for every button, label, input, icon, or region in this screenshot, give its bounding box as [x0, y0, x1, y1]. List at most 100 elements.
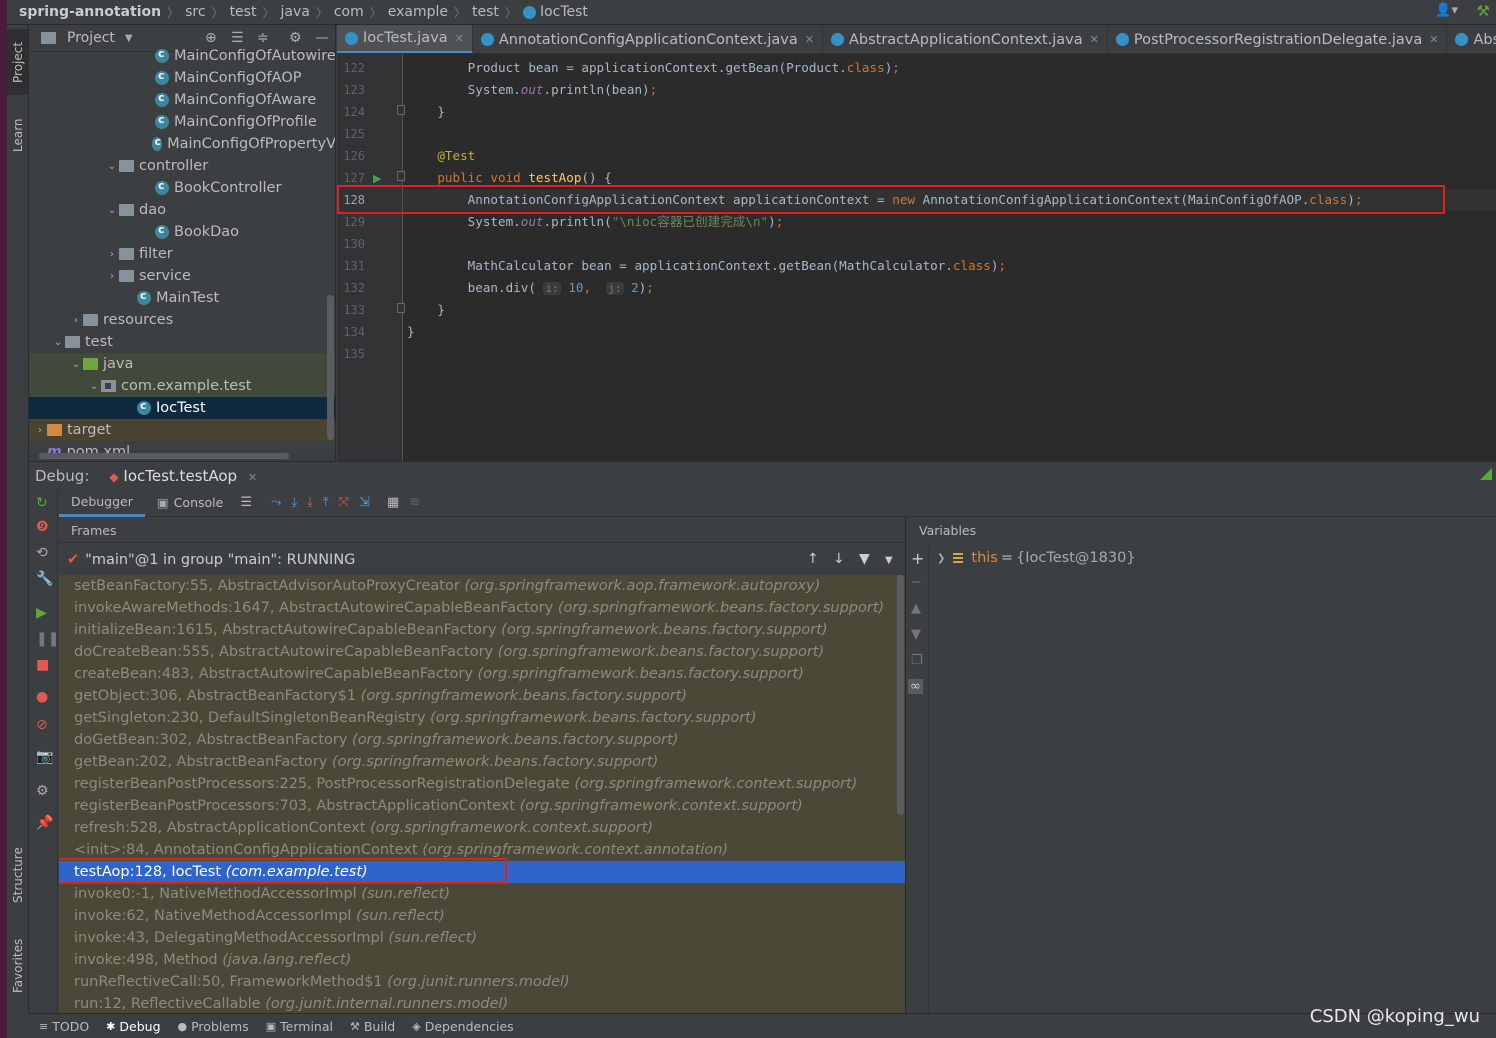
- move-up-icon[interactable]: ▲: [911, 601, 921, 616]
- toolwindow-terminal-button[interactable]: ▣ Terminal: [266, 1019, 333, 1034]
- frame-row[interactable]: invoke:498, Method (java.lang.reflect): [59, 949, 905, 971]
- toolwindow-build-button[interactable]: ⚒ Build: [350, 1019, 395, 1034]
- frame-row[interactable]: doGetBean:302, AbstractBeanFactory (org.…: [59, 729, 905, 751]
- breadcrumb-item[interactable]: test: [472, 4, 499, 20]
- frame-row[interactable]: runReflectiveCall:50, FrameworkMethod$1 …: [59, 971, 905, 993]
- tree-item[interactable]: IocTest: [29, 397, 335, 419]
- toolwindow-dependencies-button[interactable]: ◈ Dependencies: [412, 1019, 513, 1034]
- tree-item[interactable]: ⌄ com.example.test: [29, 375, 335, 397]
- editor-tab[interactable]: Abstract: [1447, 25, 1496, 53]
- chevron-right-icon[interactable]: ›: [105, 271, 119, 282]
- copy-icon[interactable]: ❐: [911, 653, 923, 668]
- tab-console[interactable]: ▣ Console: [145, 489, 235, 517]
- mute-breakpoints-icon[interactable]: ⊘: [36, 717, 48, 733]
- frame-row[interactable]: getSingleton:230, DefaultSingletonBeanRe…: [59, 707, 905, 729]
- drop-frame-icon[interactable]: ⤧: [339, 495, 349, 510]
- tree-item[interactable]: ⌄ dao: [29, 199, 335, 221]
- chevron-down-icon[interactable]: ▼: [885, 555, 893, 566]
- frame-row[interactable]: invokeAwareMethods:1647, AbstractAutowir…: [59, 597, 905, 619]
- breadcrumb-item[interactable]: IocTest: [540, 4, 588, 20]
- code-line[interactable]: }: [407, 299, 445, 321]
- trace-icon[interactable]: ≋: [409, 495, 420, 510]
- stop-icon[interactable]: ■: [36, 657, 49, 673]
- run-to-cursor-icon[interactable]: ⇲: [359, 495, 370, 510]
- frame-row[interactable]: setBeanFactory:55, AbstractAdvisorAutoPr…: [59, 575, 905, 597]
- code-line[interactable]: Product bean = applicationContext.getBea…: [407, 57, 900, 79]
- expand-all-icon[interactable]: ☰: [231, 30, 244, 46]
- code-editor[interactable]: 122 123 124 125 126 127 128 129 130 131 132 133 134 1…: [337, 54, 1496, 461]
- camera-icon[interactable]: 📷: [36, 749, 53, 765]
- editor-tab[interactable]: PostProcessorRegistrationDelegate.java ✕: [1108, 25, 1448, 53]
- view-breakpoints-icon[interactable]: ●: [36, 689, 48, 705]
- toolwindow-debug-button[interactable]: ✱ Debug: [106, 1019, 160, 1034]
- rerun-failed-icon[interactable]: ❾: [36, 519, 49, 535]
- reset-frame-icon[interactable]: ⟲: [36, 545, 48, 561]
- code-line[interactable]: System.out.println("\nioc容器已创建完成\n");: [407, 211, 784, 233]
- layout-icon[interactable]: ☰: [240, 495, 252, 510]
- pin-icon[interactable]: 📌: [36, 815, 53, 831]
- locate-icon[interactable]: ⊕: [205, 30, 217, 46]
- filter-icon[interactable]: ▼: [859, 551, 870, 567]
- toolwindow-problems-button[interactable]: ● Problems: [178, 1019, 249, 1034]
- move-down-icon[interactable]: ▼: [911, 627, 921, 642]
- frame-row[interactable]: refresh:528, AbstractApplicationContext …: [59, 817, 905, 839]
- gear-icon[interactable]: ⚙: [36, 783, 49, 799]
- breadcrumb-item[interactable]: src: [185, 4, 205, 20]
- code-line[interactable]: @Test: [407, 145, 475, 167]
- show-execution-point-icon[interactable]: ⤳: [271, 495, 281, 510]
- settings-wrench-icon[interactable]: 🔧: [36, 571, 53, 587]
- step-into-icon[interactable]: ⤓: [307, 495, 313, 510]
- frame-row[interactable]: invoke0:-1, NativeMethodAccessorImpl (su…: [59, 883, 905, 905]
- code-line[interactable]: }: [407, 101, 445, 123]
- build-hammer-icon[interactable]: ⚒: [1477, 2, 1490, 20]
- chevron-down-icon[interactable]: ⌄: [105, 161, 119, 172]
- tree-item[interactable]: › filter: [29, 243, 335, 265]
- tree-item[interactable]: BookController: [29, 177, 335, 199]
- breadcrumb-item[interactable]: com: [334, 4, 364, 20]
- code-line[interactable]: bean.div( i: 10, j: 2);: [407, 277, 654, 299]
- breadcrumb-item[interactable]: example: [388, 4, 448, 20]
- frame-row[interactable]: registerBeanPostProcessors:703, Abstract…: [59, 795, 905, 817]
- tree-item[interactable]: MainConfigOfPropertyV: [29, 133, 335, 155]
- tree-item[interactable]: MainConfigOfAware: [29, 89, 335, 111]
- tree-item[interactable]: › resources: [29, 309, 335, 331]
- debug-session-tab[interactable]: ◆ IocTest.testAop ✕: [109, 467, 257, 485]
- chevron-right-icon[interactable]: ❯: [937, 553, 945, 564]
- close-icon[interactable]: ✕: [805, 33, 814, 46]
- pause-icon[interactable]: ❚❚: [36, 631, 59, 647]
- tree-item[interactable]: ⌄ test: [29, 331, 335, 353]
- editor-tab[interactable]: AnnotationConfigApplicationContext.java ✕: [473, 25, 823, 53]
- toolwindow-todo-button[interactable]: ≡ TODO: [39, 1019, 89, 1034]
- frame-row[interactable]: invoke:43, DelegatingMethodAccessorImpl …: [59, 927, 905, 949]
- frame-row[interactable]: getObject:306, AbstractBeanFactory$1 (or…: [59, 685, 905, 707]
- chevron-right-icon[interactable]: ›: [69, 315, 83, 326]
- close-icon[interactable]: ✕: [455, 32, 464, 45]
- close-icon[interactable]: ✕: [1429, 33, 1438, 46]
- evaluate-expression-icon[interactable]: ▦: [387, 495, 399, 510]
- add-watch-icon[interactable]: +: [911, 549, 924, 568]
- chevron-down-icon[interactable]: ⌄: [105, 205, 119, 216]
- code-line[interactable]: }: [407, 321, 415, 343]
- frame-row[interactable]: createBean:483, AbstractAutowireCapableB…: [59, 663, 905, 685]
- tool-tab-favorites[interactable]: Favorites: [7, 927, 29, 1005]
- tree-item[interactable]: MainConfigOfAutowire: [29, 45, 335, 67]
- tree-item[interactable]: › target: [29, 419, 335, 441]
- code-line[interactable]: MathCalculator bean = applicationContext…: [407, 255, 1006, 277]
- chevron-down-icon[interactable]: ▼: [125, 33, 133, 44]
- frame-row[interactable]: registerBeanPostProcessors:225, PostProc…: [59, 773, 905, 795]
- tree-item[interactable]: › service: [29, 265, 335, 287]
- run-test-icon[interactable]: ▶: [373, 172, 381, 185]
- close-icon[interactable]: ✕: [1090, 33, 1099, 46]
- close-icon[interactable]: ✕: [248, 471, 257, 484]
- tree-item[interactable]: MainTest: [29, 287, 335, 309]
- tool-tab-learn[interactable]: Learn: [7, 107, 29, 163]
- remove-watch-icon[interactable]: −: [911, 575, 922, 590]
- rerun-icon[interactable]: ↻: [36, 495, 48, 511]
- arrow-down-icon[interactable]: ↓: [833, 551, 845, 567]
- tree-item[interactable]: ⌄ controller: [29, 155, 335, 177]
- frame-row[interactable]: getBean:202, AbstractBeanFactory (org.sp…: [59, 751, 905, 773]
- breadcrumb-item[interactable]: test: [230, 4, 257, 20]
- step-out-icon[interactable]: ⤒: [323, 495, 329, 510]
- fold-marker-icon[interactable]: [397, 105, 405, 115]
- tool-tab-project[interactable]: Project: [7, 29, 29, 95]
